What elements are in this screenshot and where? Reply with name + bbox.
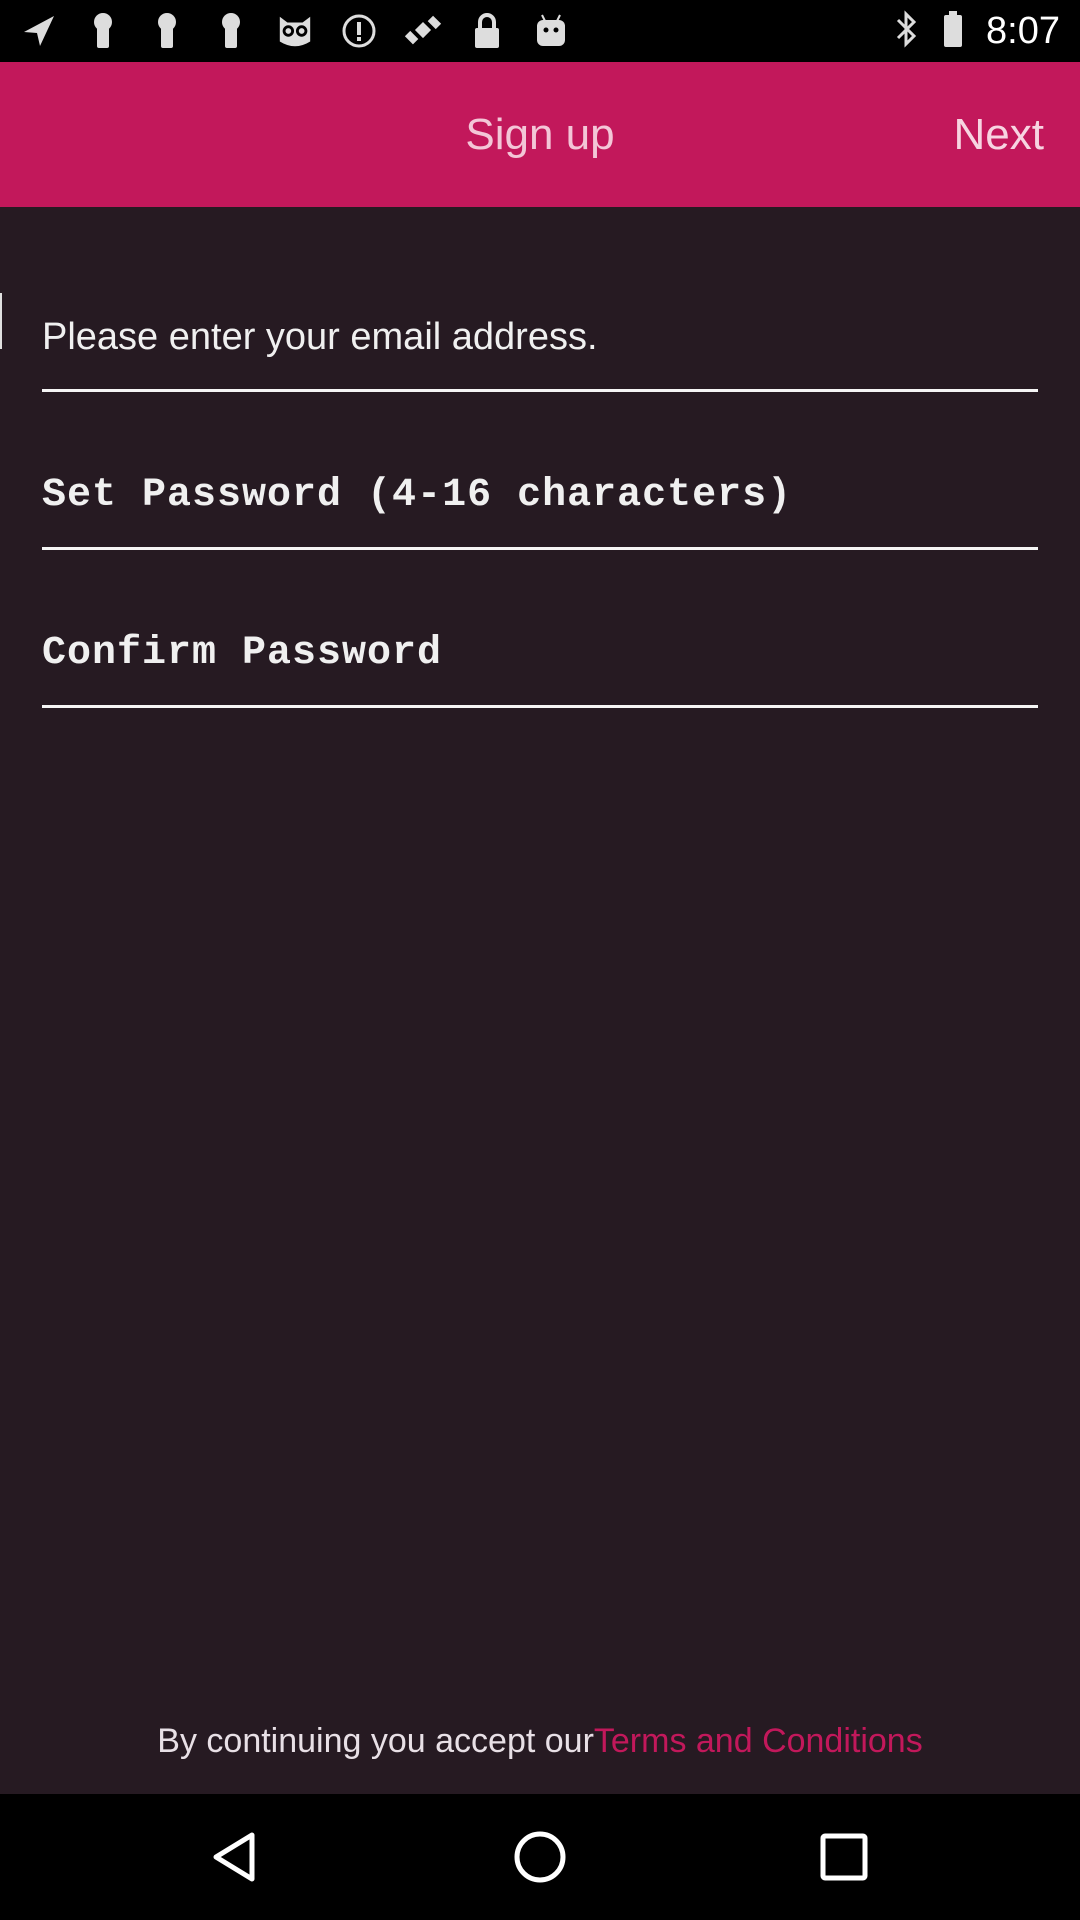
email-field[interactable]: [42, 282, 1038, 392]
keyhole-icon: [212, 12, 250, 50]
status-icons-left: [20, 10, 570, 52]
bluetooth-icon: [894, 9, 920, 53]
signup-form: [0, 207, 1080, 1794]
status-icons-right: 8:07: [894, 10, 1060, 52]
email-field-container: [42, 282, 1038, 392]
info-icon: [340, 12, 378, 50]
app-bar: Sign up Next: [0, 62, 1080, 207]
password-field[interactable]: [42, 440, 1038, 550]
status-time: 8:07: [986, 9, 1060, 52]
keyhole-icon: [148, 12, 186, 50]
owl-icon: [276, 12, 314, 50]
keyhole-icon: [84, 12, 122, 50]
confirm-password-underline: [42, 705, 1038, 708]
android-icon: [532, 12, 570, 50]
terms-notice: By continuing you accept ourTerms and Co…: [0, 1722, 1080, 1761]
page-title: Sign up: [465, 109, 615, 159]
email-underline: [42, 389, 1038, 392]
battery-icon: [942, 10, 964, 53]
text-cursor: [0, 293, 2, 349]
confirm-password-field-container: [42, 598, 1038, 708]
terms-prefix: By continuing you accept our: [157, 1722, 594, 1760]
password-field-container: [42, 440, 1038, 550]
confirm-password-field[interactable]: [42, 598, 1038, 708]
back-icon[interactable]: [196, 1817, 276, 1897]
navigation-icon: [20, 12, 58, 50]
home-icon[interactable]: [500, 1817, 580, 1897]
recents-icon[interactable]: [804, 1817, 884, 1897]
lock-icon: [468, 12, 506, 50]
password-underline: [42, 547, 1038, 550]
next-button[interactable]: Next: [954, 62, 1044, 207]
navigation-bar: [0, 1794, 1080, 1920]
satellite-icon: [404, 12, 442, 50]
status-bar: 8:07: [0, 0, 1080, 62]
terms-link[interactable]: Terms and Conditions: [594, 1722, 923, 1760]
